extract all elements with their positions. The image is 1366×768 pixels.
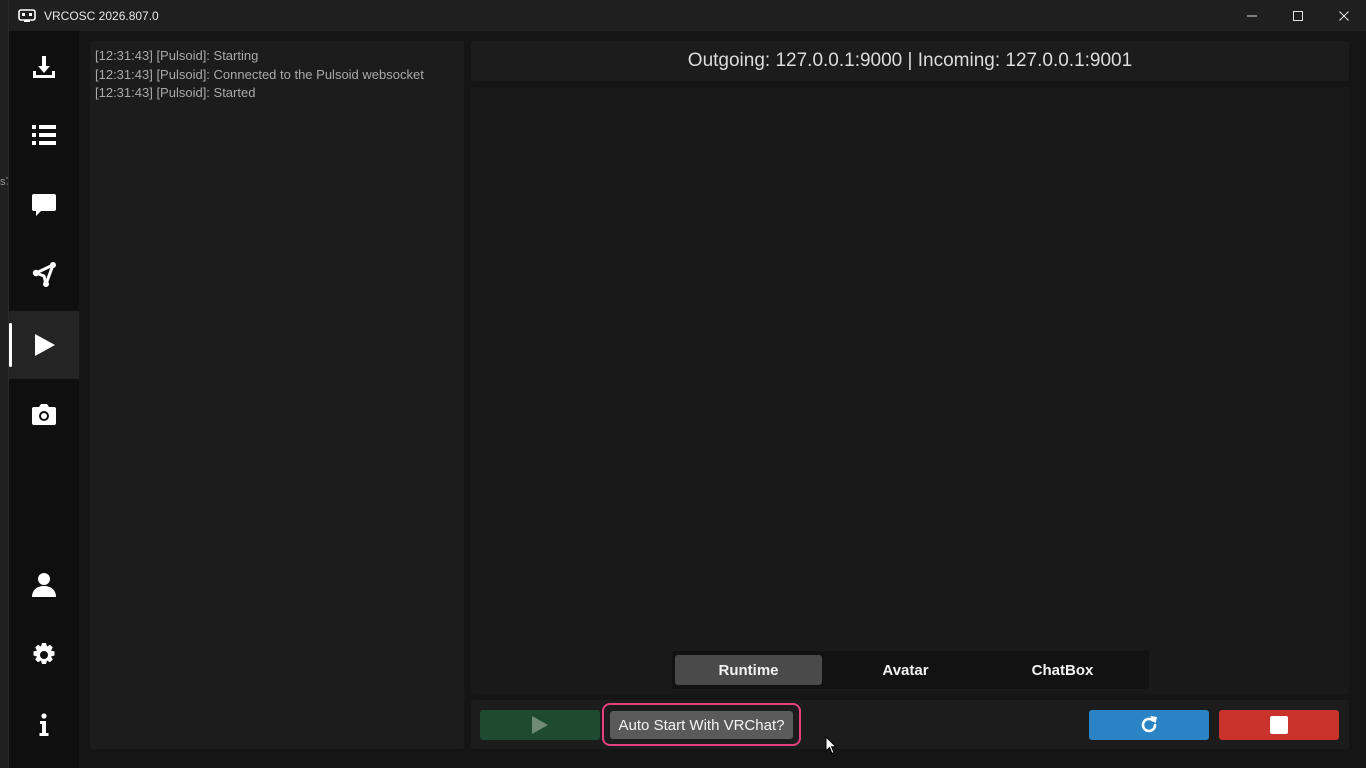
stop-button[interactable]: [1219, 710, 1339, 740]
maximize-button[interactable]: [1275, 0, 1321, 31]
node-graph-icon: [32, 262, 56, 287]
sidebar-item-run[interactable]: [9, 311, 79, 379]
sidebar-item-modules[interactable]: [9, 101, 79, 169]
auto-start-button[interactable]: Auto Start With VRChat?: [610, 711, 793, 739]
tab-chatbox[interactable]: ChatBox: [989, 655, 1136, 685]
stop-icon: [1270, 716, 1288, 734]
sidebar-item-profiles[interactable]: [9, 551, 79, 619]
runtime-view-panel: [471, 87, 1349, 694]
highlight-outline: Auto Start With VRChat?: [602, 703, 801, 746]
view-tab-bar: Runtime Avatar ChatBox: [672, 651, 1149, 689]
sidebar-item-chatbox[interactable]: [9, 171, 79, 239]
download-icon: [33, 56, 55, 78]
log-line: [12:31:43] [Pulsoid]: Starting: [95, 48, 259, 63]
sidebar-item-router[interactable]: [9, 241, 79, 309]
window-title: VRCOSC 2026.807.0: [44, 8, 159, 23]
tab-runtime[interactable]: Runtime: [675, 655, 822, 685]
connection-status: Outgoing: 127.0.0.1:9000 | Incoming: 127…: [471, 41, 1349, 81]
maximize-icon: [1293, 10, 1303, 21]
chat-bubble-icon: [32, 194, 56, 216]
sidebar: [9, 31, 79, 768]
start-button[interactable]: [480, 710, 600, 740]
sidebar-item-settings[interactable]: [9, 621, 79, 689]
app-logo-icon: [18, 8, 36, 22]
restart-icon: [1141, 716, 1157, 733]
desktop-background: s7: [0, 0, 12, 768]
camera-icon: [32, 404, 56, 425]
mouse-cursor-icon: [825, 736, 837, 755]
restart-button[interactable]: [1089, 710, 1209, 740]
sidebar-item-downloads[interactable]: [9, 33, 79, 101]
control-bar: Auto Start With VRChat?: [471, 700, 1349, 749]
play-icon: [35, 334, 55, 356]
settings-gear-icon: [33, 643, 55, 664]
list-icon: [32, 125, 56, 145]
tab-avatar[interactable]: Avatar: [832, 655, 979, 685]
sidebar-item-camera[interactable]: [9, 381, 79, 449]
app-window: VRCOSC 2026.807.0 [12:31:43] [Pulsoid]: …: [8, 0, 1366, 768]
terminal-log-panel[interactable]: [12:31:43] [Pulsoid]: Starting [12:31:43…: [90, 41, 464, 749]
minimize-icon: [1247, 15, 1257, 16]
close-button[interactable]: [1321, 0, 1366, 31]
user-icon: [32, 573, 56, 597]
minimize-button[interactable]: [1229, 0, 1275, 31]
close-icon: [1339, 10, 1349, 21]
sidebar-item-about[interactable]: [9, 691, 79, 759]
title-bar[interactable]: VRCOSC 2026.807.0: [9, 0, 1366, 31]
log-line: [12:31:43] [Pulsoid]: Connected to the P…: [95, 66, 424, 82]
info-icon: [39, 713, 49, 736]
play-icon: [532, 716, 548, 734]
log-line: [12:31:43] [Pulsoid]: Started: [95, 85, 256, 100]
